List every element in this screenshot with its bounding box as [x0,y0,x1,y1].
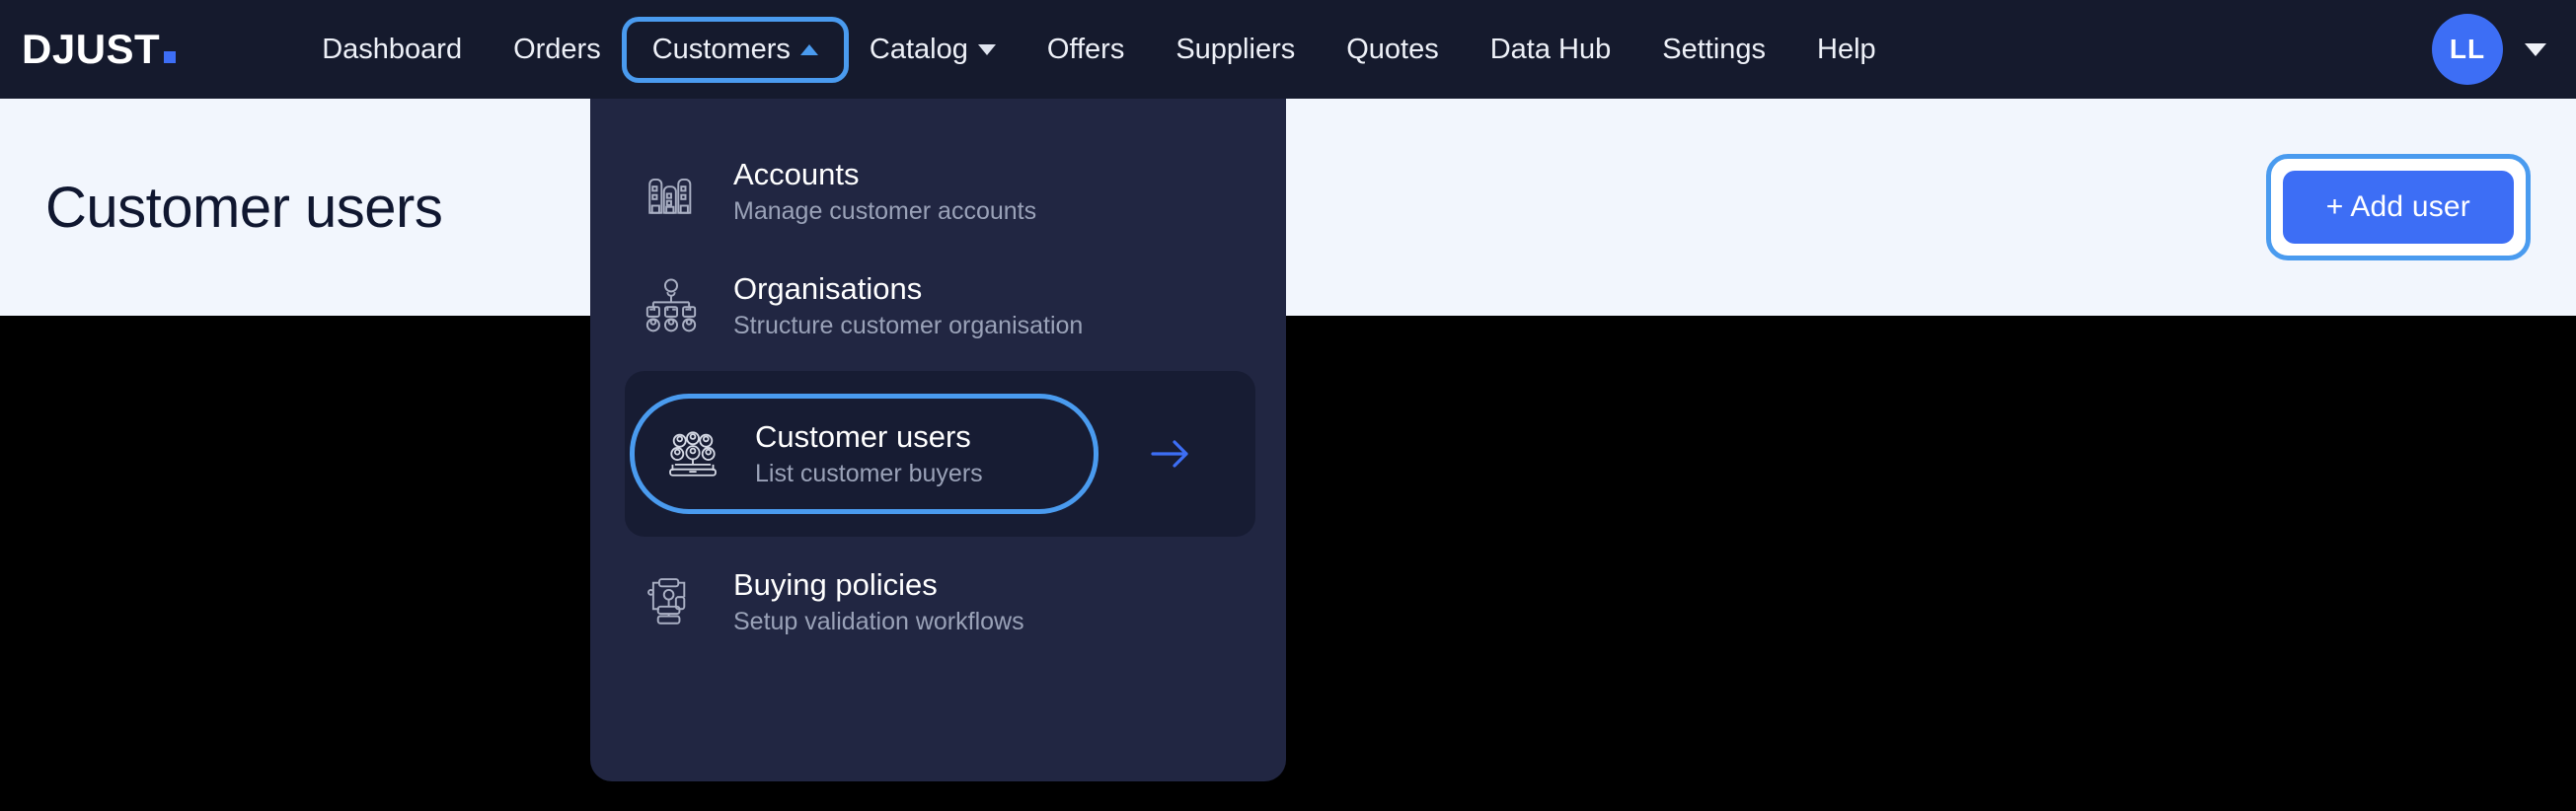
menu-item-subtitle: Manage customer accounts [733,198,1036,226]
nav-item-dashboard[interactable]: Dashboard [296,22,488,78]
menu-item-title: Organisations [733,272,1083,306]
page-header: Customer users + Add user [0,99,2576,316]
chevron-up-icon [800,44,818,55]
nav-items: Dashboard Orders Customers Catalog Offer… [296,22,1902,78]
account-menu[interactable]: LL [2432,14,2546,85]
menu-item-buying-policies[interactable]: Buying policies Setup validation workflo… [606,547,1268,657]
main-content-area [0,316,2576,811]
customers-dropdown-menu: Accounts Manage customer accounts [590,99,1286,781]
nav-item-label: Catalog [870,34,968,66]
nav-item-label: Help [1817,34,1876,66]
menu-item-subtitle: List customer buyers [755,461,983,488]
menu-item-accounts[interactable]: Accounts Manage customer accounts [606,136,1268,247]
nav-item-label: Offers [1047,34,1124,66]
page-title: Customer users [45,175,442,241]
nav-item-catalog[interactable]: Catalog [844,22,1022,78]
avatar[interactable]: LL [2432,14,2503,85]
top-navigation-bar: DJUST Dashboard Orders Customers Catalog… [0,0,2576,99]
nav-item-label: Settings [1662,34,1766,66]
brand-logo-dot [164,51,176,63]
nav-item-label: Data Hub [1490,34,1612,66]
nav-item-label: Dashboard [322,34,462,66]
workflow-icon [641,571,702,632]
chevron-down-icon[interactable] [2525,43,2546,56]
nav-item-data-hub[interactable]: Data Hub [1465,22,1637,78]
add-user-button[interactable]: + Add user [2283,171,2514,244]
nav-item-settings[interactable]: Settings [1636,22,1791,78]
menu-item-organisations[interactable]: Organisations Structure customer organis… [606,251,1268,361]
nav-item-label: Orders [513,34,601,66]
menu-item-subtitle: Structure customer organisation [733,313,1083,340]
nav-item-label: Customers [652,34,791,66]
users-group-icon [662,423,723,484]
add-user-focus-ring: + Add user [2266,154,2531,260]
menu-item-title: Buying policies [733,568,1024,602]
org-chart-icon [641,275,702,336]
menu-item-title: Customer users [755,420,983,454]
nav-item-quotes[interactable]: Quotes [1321,22,1465,78]
nav-item-label: Suppliers [1175,34,1295,66]
brand-logo-text: DJUST [22,29,160,70]
nav-item-label: Quotes [1346,34,1439,66]
brand-logo[interactable]: DJUST [22,29,176,70]
arrow-right-icon[interactable] [1147,434,1194,474]
nav-item-offers[interactable]: Offers [1022,22,1150,78]
chevron-down-icon [978,44,996,55]
nav-item-suppliers[interactable]: Suppliers [1150,22,1321,78]
menu-item-customer-users[interactable]: Customer users List customer buyers [625,371,1255,537]
nav-item-customers[interactable]: Customers [627,22,844,78]
menu-item-subtitle: Setup validation workflows [733,609,1024,636]
nav-item-orders[interactable]: Orders [488,22,627,78]
menu-item-title: Accounts [733,158,1036,191]
buildings-icon [641,161,702,222]
nav-item-help[interactable]: Help [1791,22,1902,78]
